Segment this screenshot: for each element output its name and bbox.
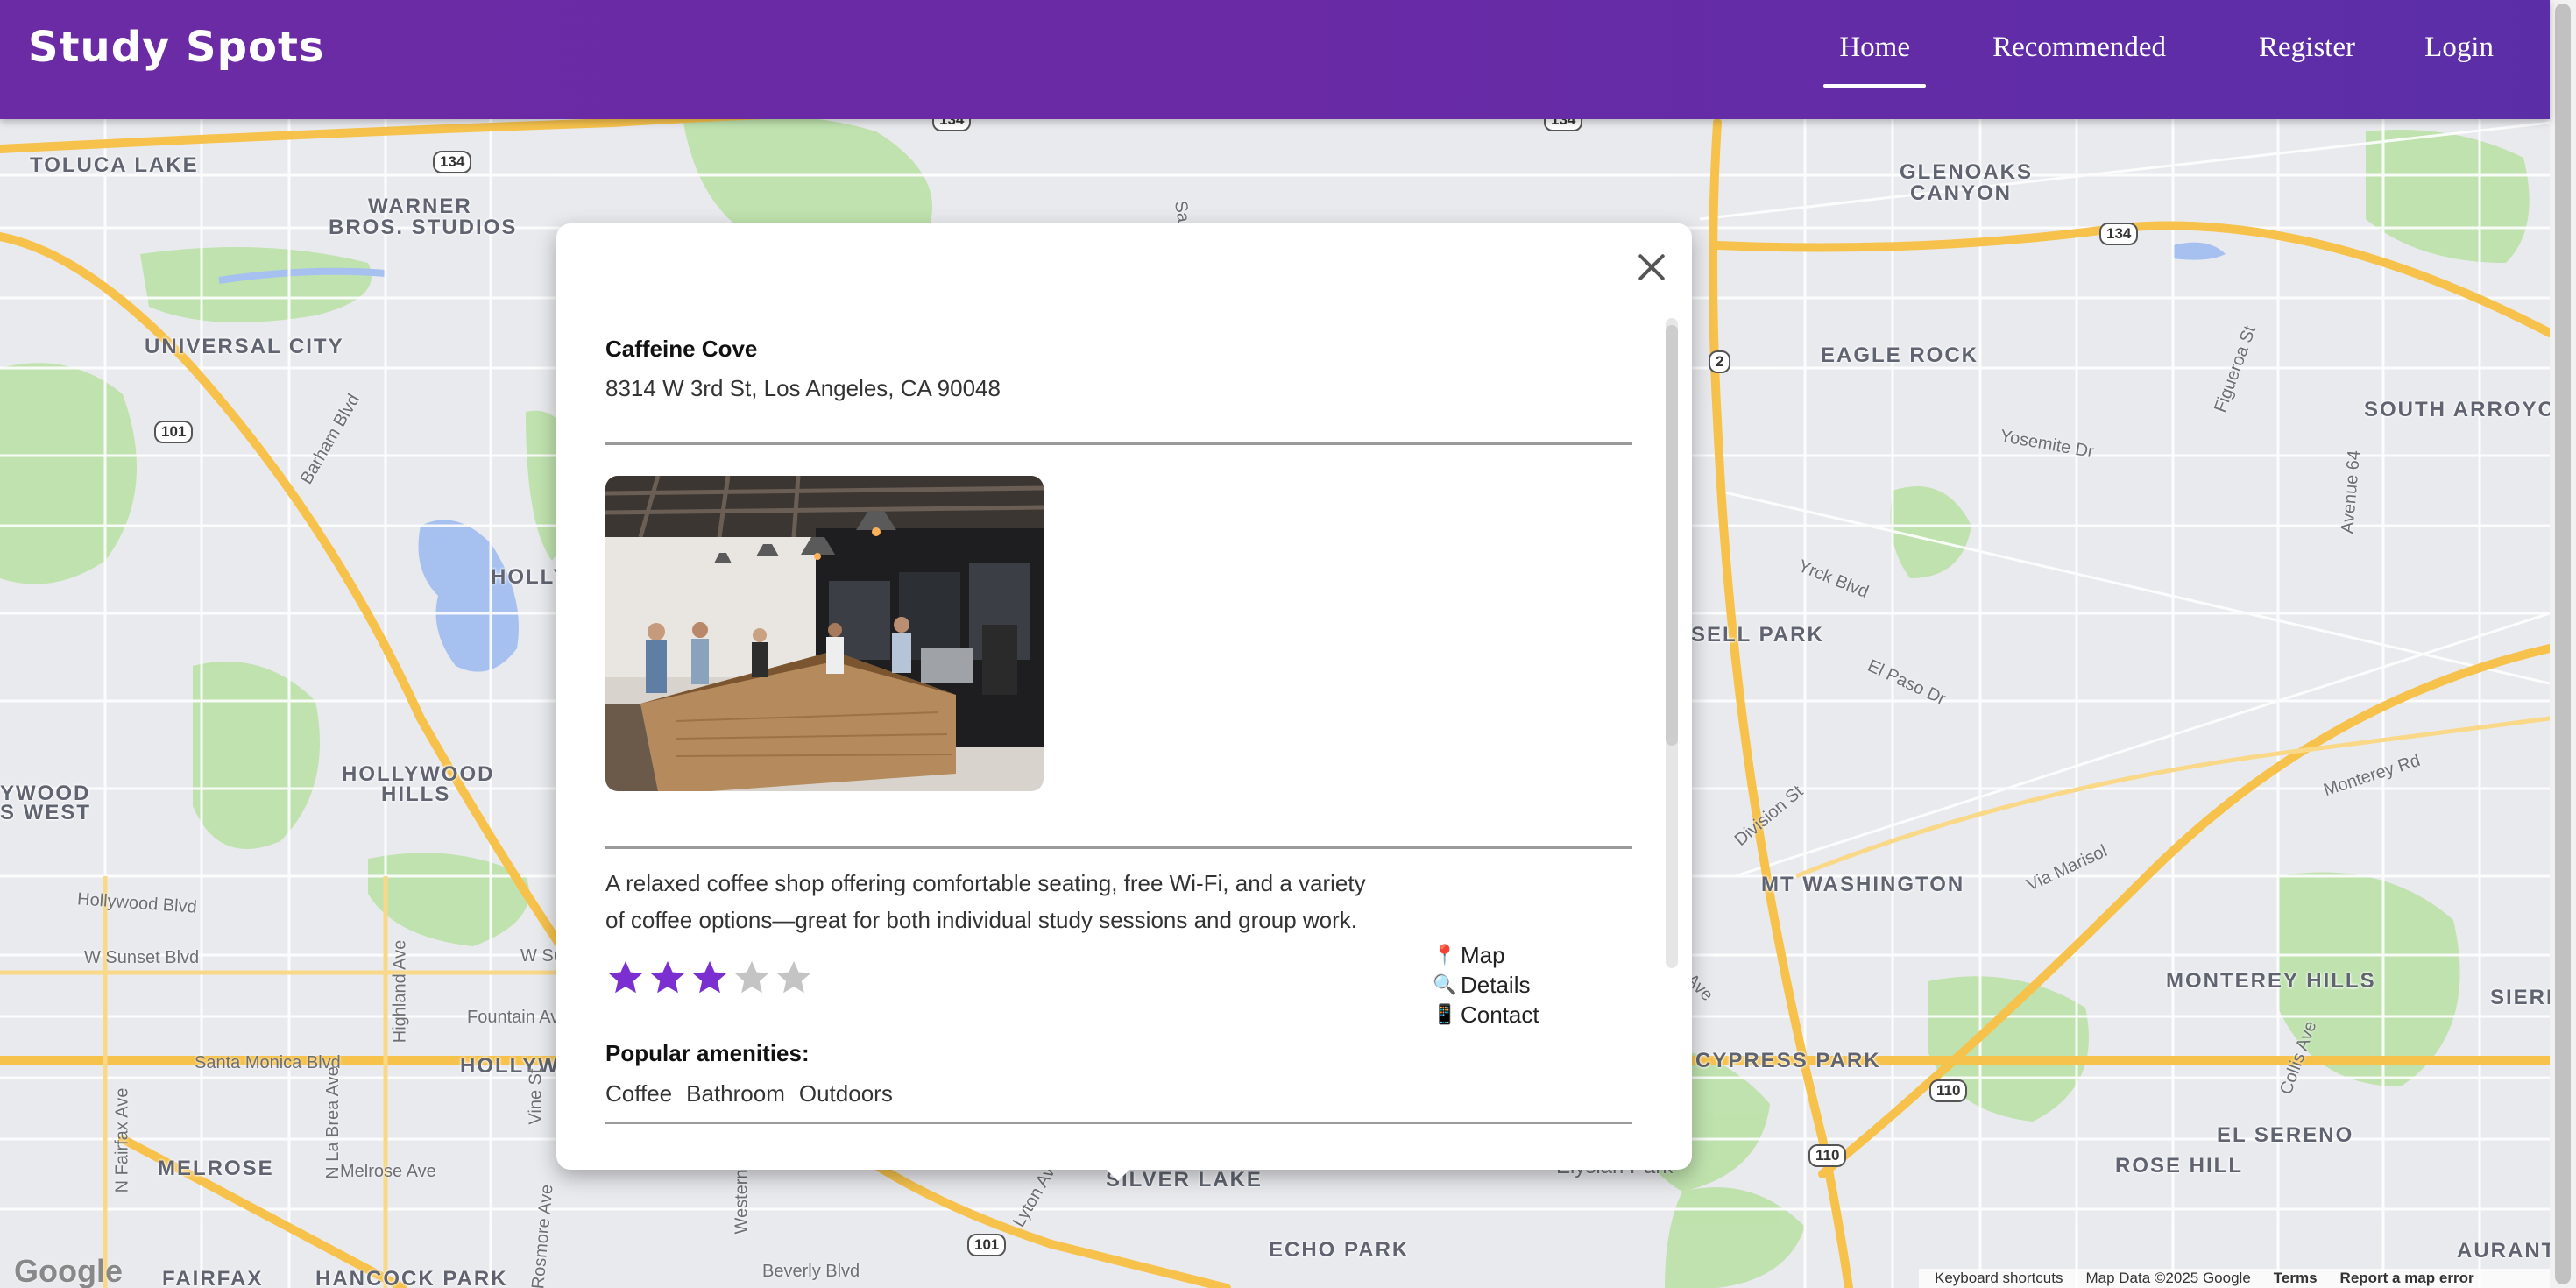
nav-home-link[interactable]: Home — [1823, 32, 1926, 88]
star-filled-icon — [608, 960, 643, 994]
map-label: EL SERENO — [2217, 1123, 2354, 1147]
map-label: SOUTH ARROYO — [2364, 398, 2550, 421]
street-label: N La Brea Ave — [322, 1066, 343, 1179]
info-window-pointer — [1102, 1165, 1134, 1181]
street-label: Santa Monica Blvd — [195, 1053, 341, 1072]
contact-link-label: Contact — [1461, 1001, 1539, 1028]
brand-logo[interactable]: Study Spots — [28, 23, 324, 72]
keyboard-shortcuts-link[interactable]: Keyboard shortcuts — [1935, 1269, 2063, 1288]
map-label: MT WASHINGTON — [1761, 873, 1965, 896]
street-label: Beverly Blvd — [762, 1262, 860, 1281]
map-label: CYPRESS PARK — [1695, 1049, 1881, 1072]
amenity-tag: Coffee — [605, 1080, 673, 1107]
map-label: SELL PARK — [1691, 623, 1824, 647]
place-info-window: Caffeine Cove 8314 W 3rd St, Los Angeles… — [556, 223, 1692, 1170]
amenities-list: Coffee Bathroom Outdoors — [605, 1080, 893, 1108]
map-label: MONTEREY HILLS — [2166, 969, 2376, 993]
map-pin-icon: 📍 — [1433, 944, 1457, 966]
highway-shield: 110 — [1808, 1144, 1847, 1167]
place-photo — [605, 476, 1044, 791]
star-empty-icon — [734, 960, 769, 994]
amenity-tag: Outdoors — [798, 1080, 893, 1107]
close-icon[interactable] — [1629, 244, 1674, 290]
magnifier-icon: 🔍 — [1433, 973, 1457, 995]
star-filled-icon — [692, 960, 727, 994]
info-window-scrollbar[interactable] — [1666, 318, 1678, 968]
map-label: EAGLE ROCK — [1821, 343, 1979, 367]
map-link[interactable]: 📍 Map — [1433, 940, 1539, 970]
highway-shield: 101 — [967, 1234, 1007, 1256]
star-empty-icon — [776, 960, 811, 994]
star-rating — [605, 958, 814, 998]
contact-link[interactable]: 📱 Contact — [1433, 1000, 1539, 1030]
map-label: ROSE HILL — [2115, 1154, 2244, 1178]
google-logo: Google — [14, 1253, 123, 1288]
page-scrollbar[interactable] — [2550, 0, 2576, 1288]
nav-recommended-link[interactable]: Recommended — [1992, 32, 2166, 64]
highway-shield: 2 — [1709, 350, 1731, 373]
map-label: CANYON — [1910, 181, 2013, 205]
divider — [605, 1122, 1632, 1124]
highway-shield: 101 — [154, 421, 194, 443]
terms-link[interactable]: Terms — [2274, 1269, 2318, 1288]
details-link[interactable]: 🔍 Details — [1433, 970, 1539, 1000]
map-label: SIERR — [2490, 986, 2550, 1009]
place-description: A relaxed coffee shop offering comfortab… — [605, 870, 1366, 933]
place-address: 8314 W 3rd St, Los Angeles, CA 90048 — [605, 375, 1001, 401]
map-label: HILLS — [381, 782, 451, 806]
highway-shield: 110 — [1929, 1079, 1968, 1102]
info-window-scrollbar-thumb[interactable] — [1666, 325, 1678, 746]
map-data-credit: Map Data ©2025 Google — [2085, 1270, 2251, 1286]
cafe-interior-image — [605, 476, 1044, 791]
map-label: MELROSE — [158, 1157, 274, 1180]
amenity-tag: Bathroom — [686, 1080, 785, 1107]
map-label: UNIVERSAL CITY — [145, 335, 344, 358]
highway-shield: 134 — [433, 151, 472, 173]
map-label: HANCOCK PARK — [315, 1267, 508, 1288]
star-filled-icon — [650, 960, 685, 994]
map-label: S WEST — [0, 801, 92, 824]
street-label: Sa — [1170, 199, 1193, 224]
map-label: BROS. STUDIOS — [329, 216, 518, 239]
map-label: AURANT — [2457, 1239, 2550, 1263]
divider — [605, 442, 1632, 445]
map-label: FAIRFAX — [162, 1267, 264, 1288]
street-label: Fountain Av — [467, 1008, 560, 1027]
map-label: TOLUCA LAKE — [30, 153, 199, 177]
place-name: Caffeine Cove — [605, 336, 758, 362]
highway-shield: 134 — [2099, 223, 2139, 245]
divider — [605, 846, 1632, 849]
amenities-heading: Popular amenities: — [605, 1040, 810, 1066]
top-nav-bar: Study Spots Home Recommended Register Lo… — [0, 0, 2550, 119]
map-label: ECHO PARK — [1269, 1238, 1410, 1262]
map-attribution: Keyboard shortcuts Map Data ©2025 Google… — [1919, 1269, 2550, 1288]
street-label: W Sunset Blvd — [84, 948, 200, 967]
nav-register-link[interactable]: Register — [2259, 32, 2355, 64]
street-label: N Fairfax Ave — [112, 1087, 132, 1193]
place-action-links: 📍 Map 🔍 Details 📱 Contact — [1433, 940, 1539, 1030]
map-link-label: Map — [1461, 942, 1505, 968]
nav-login-link[interactable]: Login — [2424, 32, 2494, 64]
street-label: Western — [732, 1169, 752, 1235]
report-map-error-link[interactable]: Report a map error — [2340, 1269, 2474, 1288]
details-link-label: Details — [1461, 972, 1531, 998]
street-label: Vine St — [526, 1068, 546, 1125]
phone-icon: 📱 — [1433, 1003, 1457, 1025]
page-scrollbar-thumb[interactable] — [2555, 4, 2571, 1284]
street-label: Melrose Ave — [340, 1162, 436, 1181]
street-label: Highland Ave — [390, 939, 410, 1044]
